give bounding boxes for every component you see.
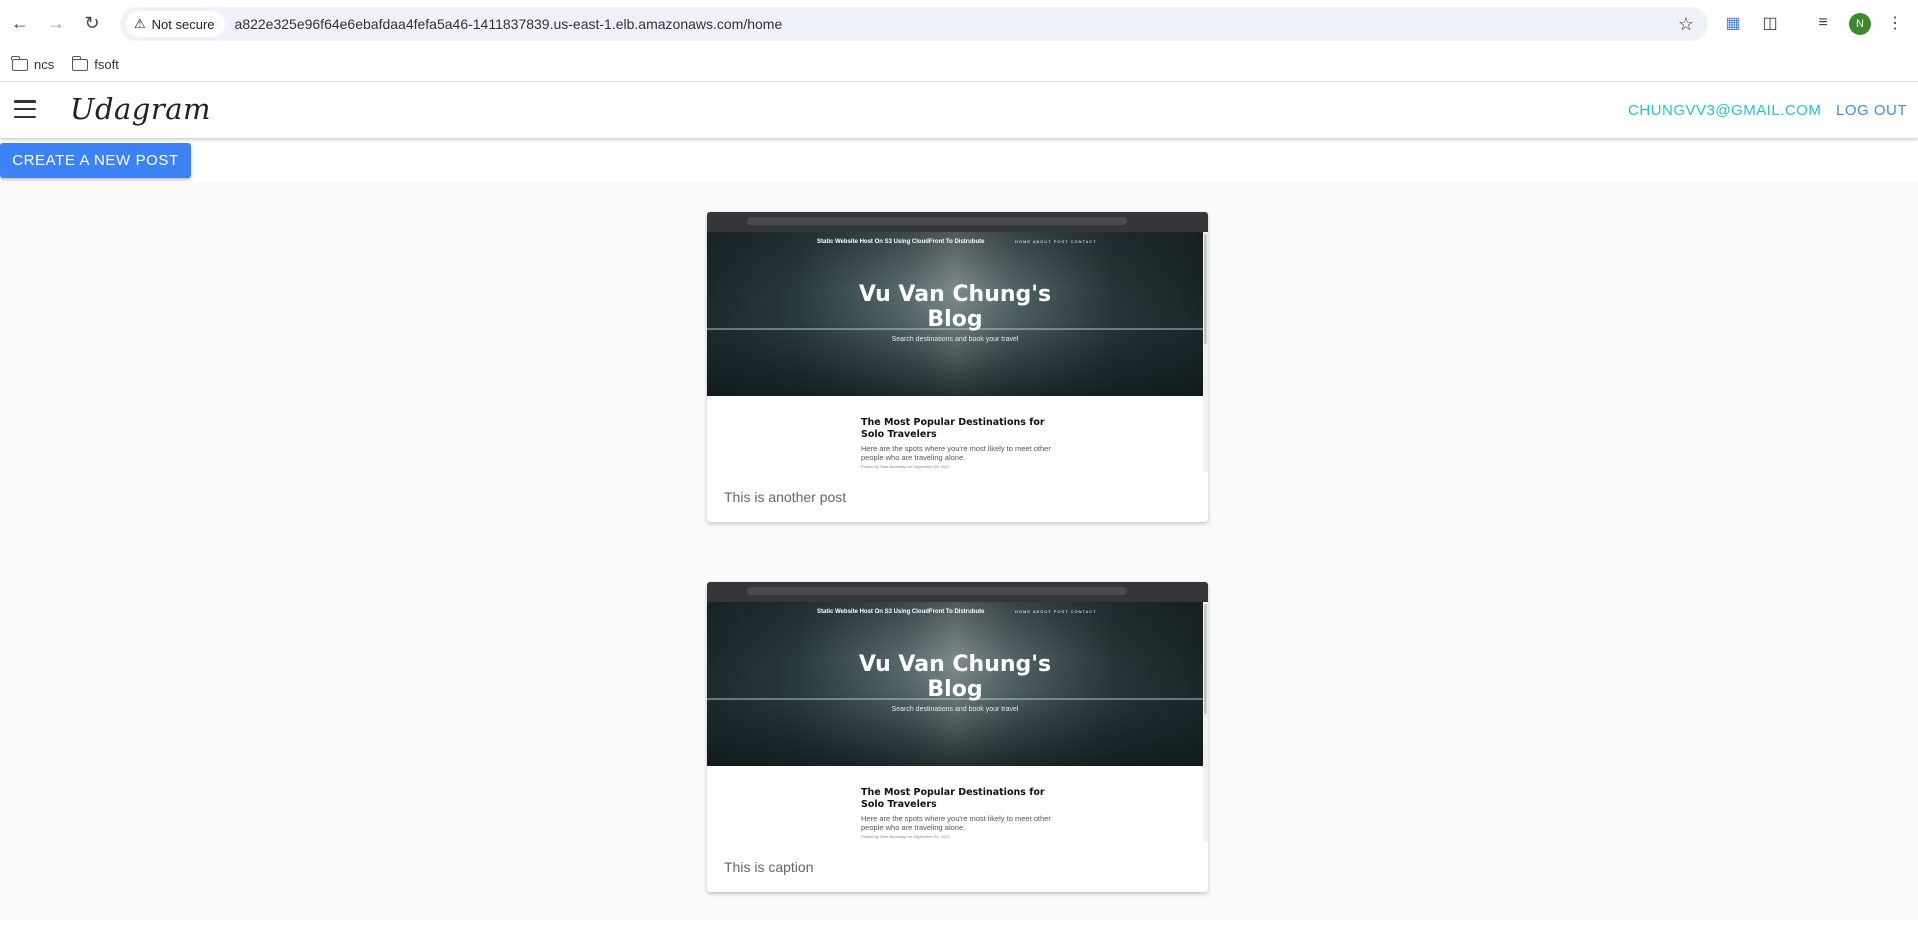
- screenshot-scrollbar: [1203, 232, 1208, 472]
- post-card: Static Website Host On S3 Using CloudFro…: [707, 212, 1208, 522]
- screenshot-hero: Static Website Host On S3 Using CloudFro…: [707, 232, 1203, 396]
- screenshot-site-title: Static Website Host On S3 Using CloudFro…: [817, 239, 985, 245]
- app-toolbar: Udagram CHUNGVV3@GMAIL.COM LOG OUT: [0, 82, 1918, 138]
- star-icon[interactable]: ☆: [1678, 14, 1694, 35]
- profile-avatar[interactable]: N: [1849, 13, 1871, 35]
- screenshot-site-title: Static Website Host On S3 Using CloudFro…: [817, 609, 985, 615]
- url-text[interactable]: a822e325e96f64e6ebafdaa4fefa5a46-1411837…: [235, 16, 783, 32]
- bookmark-label: fsoft: [94, 57, 119, 72]
- screenshot-blog-title-line: Vu Van Chung's: [858, 282, 1052, 307]
- screenshot-scrollbar: [1203, 602, 1208, 842]
- screenshot-blog-title: Vu Van Chung's Blog: [707, 282, 1203, 332]
- warning-icon: ⚠: [134, 16, 146, 31]
- post-caption: This is caption: [724, 859, 814, 875]
- page-content: CREATE A NEW POST Static Website Host On…: [0, 138, 1918, 939]
- post-image[interactable]: Static Website Host On S3 Using CloudFro…: [707, 582, 1208, 842]
- screenshot-blog-title-line: Blog: [927, 677, 983, 702]
- reload-icon[interactable]: ↻: [80, 11, 104, 35]
- screenshot-article-title: The Most Popular Destinations for Solo T…: [861, 787, 1045, 810]
- bookmark-label: ncs: [34, 57, 55, 72]
- security-label: Not secure: [151, 16, 215, 32]
- folder-icon: [11, 55, 28, 71]
- browser-toolbar: ← → ↻ ⚠ Not secure a822e325e96f64e6ebafd…: [0, 0, 1918, 48]
- app-title[interactable]: Udagram: [70, 92, 211, 126]
- logout-button[interactable]: LOG OUT: [1836, 102, 1907, 119]
- screenshot-blog-title: Vu Van Chung's Blog: [707, 652, 1203, 702]
- bookmark-ncs[interactable]: ncs: [11, 55, 55, 72]
- screenshot-subtitle: Search destinations and book your travel: [891, 336, 1019, 343]
- bookmarks-bar: ncs fsoft: [0, 48, 1918, 82]
- screenshot-browser-chrome: [707, 212, 1208, 232]
- create-post-button[interactable]: CREATE A NEW POST: [0, 143, 191, 178]
- translate-icon[interactable]: ▦: [1722, 12, 1744, 34]
- back-arrow-icon[interactable]: ←: [8, 11, 32, 35]
- screenshot-browser-chrome: [707, 582, 1208, 602]
- screenshot-article: The Most Popular Destinations for Solo T…: [861, 417, 1061, 469]
- forward-arrow-icon[interactable]: →: [44, 11, 68, 35]
- extensions-icon[interactable]: ◫: [1759, 12, 1781, 34]
- screenshot-nav: HOME ABOUT POST CONTACT: [1015, 609, 1097, 614]
- screenshot-nav: HOME ABOUT POST CONTACT: [1015, 239, 1097, 244]
- screenshot-article-text: Here are the spots where you're most lik…: [861, 444, 1051, 462]
- screenshot-article-meta: Posted by Start Bootstrap on September 2…: [861, 464, 950, 469]
- screenshot-article-meta: Posted by Start Bootstrap on September 2…: [861, 834, 950, 839]
- screenshot-hero: Static Website Host On S3 Using CloudFro…: [707, 602, 1203, 766]
- address-bar[interactable]: ⚠ Not secure a822e325e96f64e6ebafdaa4fef…: [120, 7, 1708, 41]
- security-chip[interactable]: ⚠ Not secure: [126, 11, 225, 37]
- screenshot-article-title: The Most Popular Destinations for Solo T…: [861, 417, 1045, 440]
- media-icon[interactable]: ≡: [1812, 12, 1834, 34]
- screenshot-blog-title-line: Vu Van Chung's: [858, 652, 1052, 677]
- more-vert-icon[interactable]: ⋮: [1884, 12, 1906, 34]
- folder-icon: [71, 55, 89, 71]
- post-feed: Static Website Host On S3 Using CloudFro…: [0, 182, 1918, 920]
- screenshot-blog-title-line: Blog: [927, 307, 983, 332]
- menu-icon[interactable]: [14, 100, 36, 118]
- bookmark-fsoft[interactable]: fsoft: [71, 55, 119, 72]
- post-card: Static Website Host On S3 Using CloudFro…: [707, 582, 1208, 892]
- screenshot-subtitle: Search destinations and book your travel: [891, 706, 1019, 713]
- post-image[interactable]: Static Website Host On S3 Using CloudFro…: [707, 212, 1208, 472]
- screenshot-article-text: Here are the spots where you're most lik…: [861, 814, 1051, 832]
- user-email-link[interactable]: CHUNGVV3@GMAIL.COM: [1628, 102, 1821, 119]
- post-caption: This is another post: [724, 489, 847, 505]
- screenshot-article: The Most Popular Destinations for Solo T…: [861, 787, 1061, 839]
